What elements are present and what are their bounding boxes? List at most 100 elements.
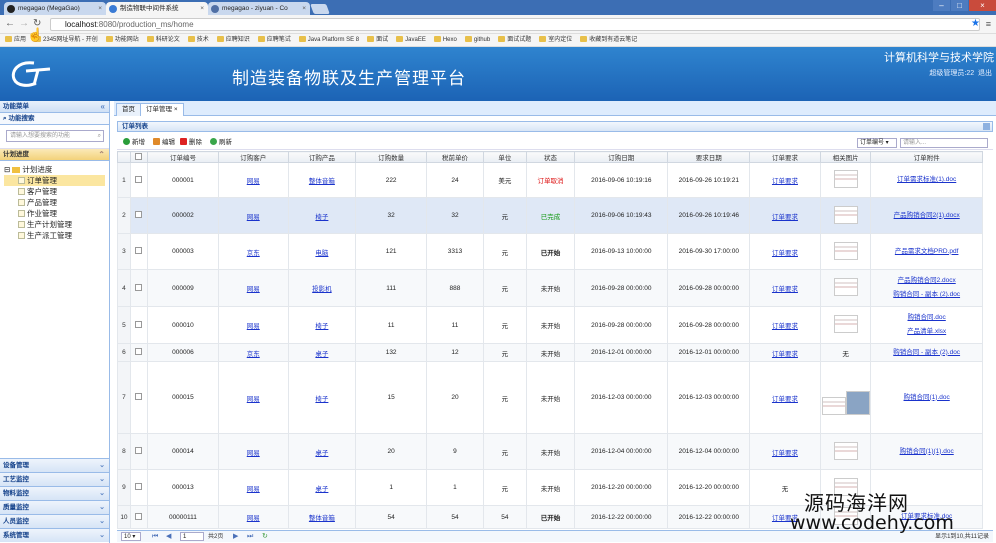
customer-link[interactable]: 网易 bbox=[247, 450, 260, 457]
chevron-down-icon[interactable]: ⌄ bbox=[99, 473, 105, 487]
product-link[interactable]: 整体音箱 bbox=[309, 515, 335, 522]
refresh-icon[interactable]: ↻ bbox=[262, 532, 268, 542]
browser-tab-2[interactable]: 制造物联中间件系统 × bbox=[106, 2, 208, 15]
bookmark-item[interactable]: Java Platform SE 8 bbox=[298, 34, 359, 46]
accordion-item[interactable]: 系统管理 ⌄ bbox=[0, 528, 109, 542]
tab-orders[interactable]: 订单管理 × bbox=[140, 103, 184, 116]
column-header[interactable]: 订购客户 bbox=[217, 151, 289, 163]
chevron-down-icon[interactable]: ⌄ bbox=[99, 515, 105, 529]
product-link[interactable]: 椅子 bbox=[315, 214, 328, 221]
table-row[interactable]: 8 000014 网易 桌子 20 9 元 未开始 2016-12-04 00:00:00 201… bbox=[117, 433, 983, 470]
row-checkbox[interactable] bbox=[135, 483, 143, 490]
product-link[interactable]: 椅子 bbox=[315, 396, 328, 403]
browser-menu-icon[interactable]: ≡ bbox=[986, 19, 991, 29]
tree-item[interactable]: 产品管理 bbox=[4, 197, 105, 208]
attachment-link[interactable]: 产品购销合同2(1).docx bbox=[872, 209, 982, 223]
bookmark-item[interactable]: 科研论文 bbox=[146, 34, 180, 46]
requirement-link[interactable]: 订单要求 bbox=[772, 250, 798, 257]
back-icon[interactable]: ← bbox=[5, 18, 15, 29]
first-page-icon[interactable]: ⏮ bbox=[152, 532, 158, 542]
last-page-icon[interactable]: ⏭ bbox=[247, 532, 253, 542]
product-link[interactable]: 桌子 bbox=[315, 450, 328, 457]
accordion-item[interactable]: 设备管理 ⌄ bbox=[0, 458, 109, 472]
filter-input[interactable]: 请输入... bbox=[900, 138, 988, 148]
minimize-icon[interactable]: – bbox=[933, 0, 950, 11]
add-button[interactable]: 新增 bbox=[123, 138, 145, 148]
requirement-link[interactable]: 订单要求 bbox=[772, 450, 798, 457]
bookmark-item[interactable]: 面试 bbox=[367, 34, 388, 46]
window-close-icon[interactable]: × bbox=[969, 0, 996, 11]
requirement-link[interactable]: 订单要求 bbox=[772, 351, 798, 358]
product-link[interactable]: 桌子 bbox=[315, 486, 328, 493]
tree-root[interactable]: ⊟ 计划进度 bbox=[4, 164, 105, 175]
image-thumbnail[interactable] bbox=[833, 441, 858, 460]
accordion-item[interactable]: 工艺监控 ⌄ bbox=[0, 472, 109, 486]
column-header[interactable]: 订购产品 bbox=[287, 151, 357, 163]
prev-page-icon[interactable]: ◀ bbox=[166, 532, 171, 542]
page-size-select[interactable]: 10 ▾ bbox=[121, 532, 141, 541]
product-link[interactable]: 椅子 bbox=[315, 323, 328, 330]
attachment-link[interactable]: 购销合同 - 副本 (2).doc bbox=[872, 346, 982, 360]
bookmark-item[interactable]: 技术 bbox=[187, 34, 209, 46]
image-thumbnail[interactable] bbox=[833, 205, 858, 224]
column-header[interactable]: 相关图片 bbox=[819, 151, 872, 163]
column-header[interactable]: 订单要求 bbox=[749, 151, 821, 163]
attachment-link[interactable]: 订单需求标准(1).doc bbox=[872, 173, 982, 187]
maximize-icon[interactable] bbox=[983, 123, 990, 130]
select-all-checkbox[interactable] bbox=[135, 152, 143, 160]
column-header[interactable]: 状态 bbox=[525, 151, 576, 163]
customer-link[interactable]: 网易 bbox=[247, 486, 260, 493]
section-header[interactable]: 计划进度 ⌃ bbox=[0, 149, 109, 161]
customer-link[interactable]: 京东 bbox=[247, 250, 260, 257]
close-icon[interactable]: × bbox=[174, 106, 178, 113]
image-thumbnail[interactable] bbox=[845, 391, 870, 415]
row-checkbox[interactable] bbox=[135, 512, 143, 520]
product-link[interactable]: 电脑 bbox=[315, 250, 328, 257]
row-checkbox[interactable] bbox=[135, 393, 143, 400]
requirement-link[interactable]: 订单要求 bbox=[772, 178, 798, 185]
bookmark-item[interactable]: 室内定位 bbox=[539, 34, 572, 46]
function-search-input[interactable]: 请输入想要搜索的功能 ⌕ bbox=[6, 130, 104, 142]
attachment-link[interactable]: 产品购销合同2.docx bbox=[872, 274, 982, 288]
bookmark-item[interactable]: 收藏到有道云笔记 bbox=[580, 34, 637, 46]
column-header[interactable]: 订购数量 bbox=[355, 151, 428, 163]
chevron-down-icon[interactable]: ⌄ bbox=[99, 501, 105, 515]
close-icon[interactable]: × bbox=[200, 2, 204, 15]
requirement-link[interactable]: 订单要求 bbox=[772, 396, 798, 403]
accordion-item[interactable]: 物料监控 ⌄ bbox=[0, 486, 109, 500]
tree-item[interactable]: 作业管理 bbox=[4, 208, 105, 219]
image-thumbnail[interactable] bbox=[833, 315, 858, 333]
edit-button[interactable]: 编辑 bbox=[153, 138, 175, 148]
tree-item[interactable]: 生产计划管理 bbox=[4, 219, 105, 230]
customer-link[interactable]: 京东 bbox=[247, 351, 260, 358]
row-checkbox[interactable] bbox=[135, 211, 143, 218]
row-checkbox[interactable] bbox=[135, 175, 143, 183]
tree-item[interactable]: 订单管理 bbox=[4, 175, 105, 186]
collapse-icon[interactable]: « bbox=[101, 101, 105, 113]
bookmark-item[interactable]: Hexo bbox=[433, 34, 457, 46]
close-icon[interactable]: × bbox=[98, 2, 102, 15]
requirement-link[interactable]: 订单要求 bbox=[772, 214, 798, 221]
customer-link[interactable]: 网易 bbox=[247, 214, 260, 221]
url-field[interactable]: localhost:8080/production_ms/home bbox=[50, 18, 980, 31]
refresh-button[interactable]: 刷新 bbox=[210, 138, 232, 148]
filter-select[interactable]: 订单编号 ▾ bbox=[857, 138, 897, 148]
table-row[interactable]: 5 000010 网易 椅子 11 11 元未开始 2016-09-28 00:00:00 20… bbox=[117, 306, 983, 344]
next-page-icon[interactable]: ▶ bbox=[233, 532, 238, 542]
chevron-up-icon[interactable]: ⌃ bbox=[98, 149, 105, 161]
bookmark-item[interactable]: JavaEE bbox=[396, 34, 426, 46]
table-row[interactable]: 2 000002 网易 椅子 32 32 元已完成 2016-09-06 10:19:43 20… bbox=[117, 197, 983, 234]
accordion-item[interactable]: 质量监控 ⌄ bbox=[0, 500, 109, 514]
requirement-link[interactable]: 订单要求 bbox=[772, 323, 798, 330]
attachment-link[interactable]: 购销合同(1).doc bbox=[872, 391, 982, 405]
attachment-link[interactable]: 产品需求文档PRD.pdf bbox=[872, 245, 982, 259]
browser-tab-3[interactable]: megagao - ziyuan - Co × bbox=[208, 2, 310, 15]
attachment-link[interactable]: 购销合同(1)(1).doc bbox=[872, 445, 982, 459]
chevron-down-icon[interactable]: ⌄ bbox=[99, 487, 105, 501]
bookmark-item[interactable]: 2345网址导航 - 开创 bbox=[34, 34, 98, 46]
column-header[interactable]: 税前单价 bbox=[426, 151, 484, 163]
chevron-down-icon[interactable]: ⌄ bbox=[99, 529, 105, 543]
maximize-icon[interactable]: □ bbox=[951, 0, 968, 11]
tree-item[interactable]: 客户管理 bbox=[4, 186, 105, 197]
table-row[interactable]: 1 000001 网易 整体音箱 222 24 美元 订单取消 2016-09-06 10:19… bbox=[117, 162, 983, 198]
